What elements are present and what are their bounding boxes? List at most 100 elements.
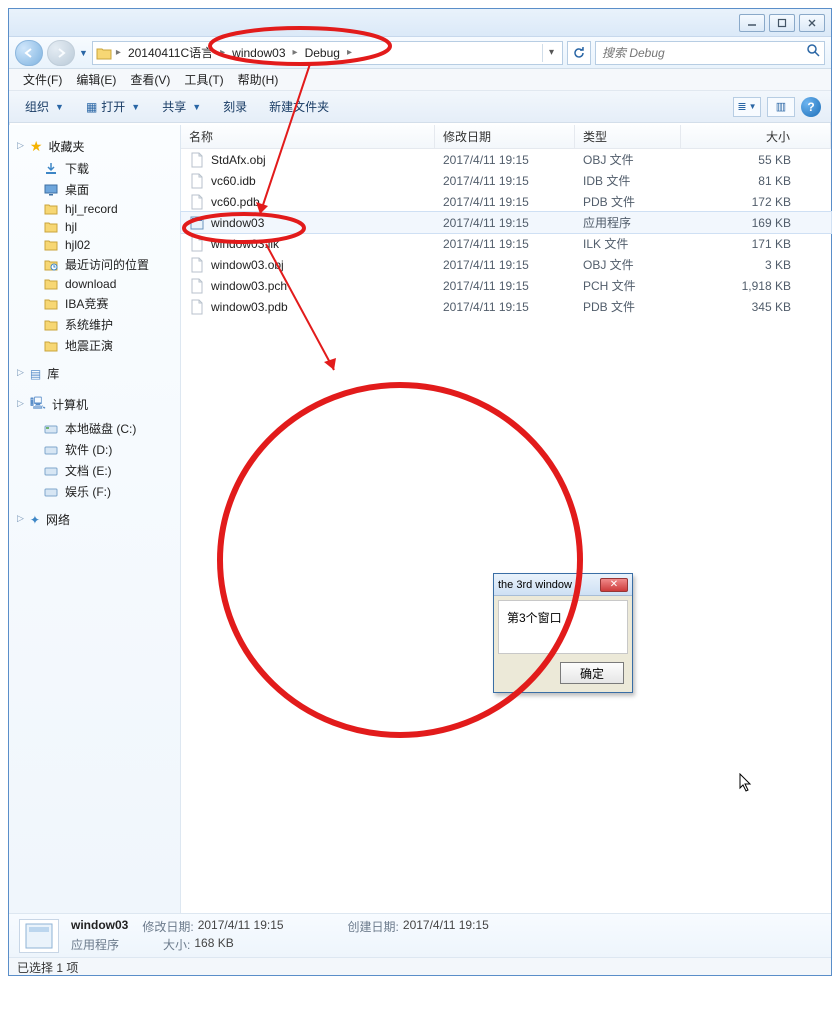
favorites-label: 收藏夹 <box>48 138 84 155</box>
minimize-button[interactable] <box>739 14 765 32</box>
file-row[interactable]: window03.pch2017/4/11 19:15PCH 文件1,918 K… <box>181 275 831 296</box>
sidebar: ▷ ★ 收藏夹 下载桌面hjl_recordhjlhjl02最近访问的位置 dow… <box>9 125 181 913</box>
sidebar-item[interactable]: 娱乐 (F:) <box>9 481 180 502</box>
file-name: vc60.idb <box>211 174 256 188</box>
sidebar-item-label: download <box>65 277 116 291</box>
file-date: 2017/4/11 19:15 <box>435 195 575 209</box>
recent-icon <box>43 258 59 272</box>
collapse-icon: ▷ <box>17 398 24 409</box>
libraries-label: 库 <box>47 365 59 382</box>
back-button[interactable] <box>15 40 43 66</box>
crumb-mid[interactable]: window03 <box>226 42 291 64</box>
crumb-leaf[interactable]: Debug <box>299 42 346 64</box>
sidebar-item[interactable]: hjl02 <box>9 236 180 254</box>
newfolder-button[interactable]: 新建文件夹 <box>263 96 335 117</box>
refresh-button[interactable] <box>567 41 591 65</box>
details-created: 2017/4/11 19:15 <box>403 918 489 935</box>
sidebar-item-label: 娱乐 (F:) <box>65 483 111 500</box>
file-icon <box>189 152 205 168</box>
crumb-root[interactable]: 20140411C语言 <box>122 42 219 64</box>
search-icon[interactable] <box>806 43 820 62</box>
dialog-close-button[interactable]: ✕ <box>600 578 628 592</box>
computer-label: 计算机 <box>52 396 88 413</box>
organize-button[interactable]: 组织▼ <box>19 96 70 117</box>
sidebar-item[interactable]: 系统维护 <box>9 314 180 335</box>
search-box[interactable] <box>595 41 825 65</box>
file-row[interactable]: vc60.idb2017/4/11 19:15IDB 文件81 KB <box>181 170 831 191</box>
file-size: 81 KB <box>681 174 831 188</box>
file-row[interactable]: window03.pdb2017/4/11 19:15PDB 文件345 KB <box>181 296 831 317</box>
chevron-right-icon: ▸ <box>292 47 299 58</box>
burn-button[interactable]: 刻录 <box>217 96 253 117</box>
status-bar: 已选择 1 项 <box>9 957 831 975</box>
menu-tools[interactable]: 工具(T) <box>178 69 229 90</box>
forward-button[interactable] <box>47 40 75 66</box>
col-date[interactable]: 修改日期 <box>435 125 575 148</box>
file-size: 55 KB <box>681 153 831 167</box>
close-button[interactable] <box>799 14 825 32</box>
view-buttons: ≣ ▼ ▥ ? <box>733 97 821 117</box>
dialog-ok-button[interactable]: 确定 <box>560 662 624 684</box>
col-size[interactable]: 大小 <box>681 125 831 148</box>
file-size: 169 KB <box>681 216 831 230</box>
sidebar-item[interactable]: 软件 (D:) <box>9 439 180 460</box>
menu-view[interactable]: 查看(V) <box>124 69 176 90</box>
file-name: window03.pch <box>211 279 287 293</box>
network-header[interactable]: ▷ ✦ 网络 <box>9 508 180 531</box>
sidebar-item[interactable]: 本地磁盘 (C:) <box>9 418 180 439</box>
sidebar-item[interactable]: hjl_record <box>9 200 180 218</box>
file-date: 2017/4/11 19:15 <box>435 216 575 230</box>
open-icon: ▦ <box>86 100 97 114</box>
file-row[interactable]: vc60.pdb2017/4/11 19:15PDB 文件172 KB <box>181 191 831 212</box>
dialog-titlebar[interactable]: the 3rd window ✕ <box>494 574 632 596</box>
file-icon <box>189 236 205 252</box>
sidebar-item[interactable]: 地震正演 <box>9 335 180 356</box>
file-icon <box>189 173 205 189</box>
view-mode-button[interactable]: ≣ ▼ <box>733 97 761 117</box>
collapse-icon: ▷ <box>17 140 24 151</box>
computer-icon: 🖳 <box>30 394 46 415</box>
libraries-header[interactable]: ▷ ▤ 库 <box>9 362 180 385</box>
address-dropdown-icon[interactable]: ▾ <box>542 44 560 62</box>
file-type: OBJ 文件 <box>575 151 681 168</box>
file-row[interactable]: window032017/4/11 19:15应用程序169 KB <box>181 212 831 233</box>
details-mod-label: 修改日期: <box>142 918 193 935</box>
file-type: 应用程序 <box>575 214 681 231</box>
open-button[interactable]: ▦ 打开▼ <box>80 96 146 117</box>
sidebar-item[interactable]: 最近访问的位置 <box>9 254 180 275</box>
breadcrumb[interactable]: ▸ 20140411C语言 ▸ window03 ▸ Debug ▸ ▾ <box>92 41 563 65</box>
file-row[interactable]: window03.obj2017/4/11 19:15OBJ 文件3 KB <box>181 254 831 275</box>
sidebar-item[interactable]: 文档 (E:) <box>9 460 180 481</box>
help-button[interactable]: ? <box>801 97 821 117</box>
favorites-header[interactable]: ▷ ★ 收藏夹 <box>9 135 180 158</box>
message-dialog: the 3rd window ✕ 第3个窗口 确定 <box>493 573 633 693</box>
maximize-button[interactable] <box>769 14 795 32</box>
col-name[interactable]: 名称 <box>181 125 435 148</box>
nav-row: ▼ ▸ 20140411C语言 ▸ window03 ▸ Debug ▸ ▾ <box>9 37 831 69</box>
details-created-label: 创建日期: <box>348 918 399 935</box>
sidebar-item[interactable]: 桌面 <box>9 179 180 200</box>
history-dropdown-icon[interactable]: ▼ <box>79 48 88 58</box>
file-row[interactable]: window03.ilk2017/4/11 19:15ILK 文件171 KB <box>181 233 831 254</box>
drive-icon <box>43 464 59 478</box>
share-button[interactable]: 共享▼ <box>156 96 207 117</box>
menu-file[interactable]: 文件(F) <box>17 69 68 90</box>
computer-header[interactable]: ▷ 🖳 计算机 <box>9 391 180 418</box>
sidebar-item[interactable]: IBA竞赛 <box>9 293 180 314</box>
drive-icon <box>43 443 59 457</box>
search-input[interactable] <box>600 45 806 61</box>
file-type: PDB 文件 <box>575 298 681 315</box>
sidebar-item[interactable]: download <box>9 275 180 293</box>
sidebar-item[interactable]: 下载 <box>9 158 180 179</box>
col-type[interactable]: 类型 <box>575 125 681 148</box>
details-mod: 2017/4/11 19:15 <box>198 918 284 935</box>
chevron-right-icon: ▸ <box>115 47 122 58</box>
menu-edit[interactable]: 编辑(E) <box>70 69 122 90</box>
file-row[interactable]: StdAfx.obj2017/4/11 19:15OBJ 文件55 KB <box>181 149 831 170</box>
collapse-icon: ▷ <box>17 513 24 524</box>
menu-help[interactable]: 帮助(H) <box>232 69 285 90</box>
file-size: 345 KB <box>681 300 831 314</box>
titlebar <box>9 9 831 37</box>
preview-pane-button[interactable]: ▥ <box>767 97 795 117</box>
sidebar-item[interactable]: hjl <box>9 218 180 236</box>
